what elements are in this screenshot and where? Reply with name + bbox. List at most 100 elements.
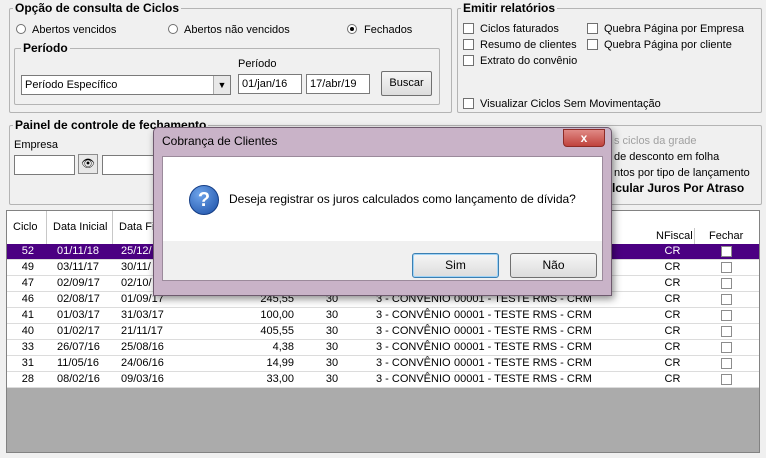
cell-convenio: 3 - CONVÊNIO (376, 373, 451, 385)
checkbox-quebra-empresa[interactable] (587, 23, 598, 34)
cell-nfiscal: CR (664, 373, 681, 385)
cell-nfiscal: CR (664, 357, 681, 369)
checkbox-ciclos-faturados[interactable] (463, 23, 474, 34)
header-data-inicial[interactable]: Data Inicial (47, 211, 113, 244)
cell-data-final: 31/03/17 (121, 309, 164, 321)
cell-convenio: 3 - CONVÊNIO (376, 341, 451, 353)
cell-data-inicial: 01/03/17 (57, 309, 100, 321)
confirm-dialog: Cobrança de Clientes x ? Deseja registra… (153, 127, 612, 296)
fechar-checkbox[interactable] (721, 374, 732, 385)
periodo-start-input[interactable]: 01/jan/16 (238, 74, 302, 94)
relatorios-title: Emitir relatórios (461, 1, 558, 15)
cell-convenio: 3 - CONVÊNIO (376, 357, 451, 369)
cell-convenio: 3 - CONVÊNIO (376, 309, 451, 321)
empresa-label: Empresa (14, 139, 59, 151)
cell-nfiscal: CR (664, 325, 681, 337)
chevron-down-icon[interactable]: ▼ (213, 76, 230, 94)
cell-data-final: 24/06/16 (121, 357, 164, 369)
table-row[interactable]: 28 08/02/16 09/03/16 33,00 30 3 - CONVÊN… (7, 372, 759, 388)
sim-button[interactable]: Sim (412, 253, 499, 278)
header-fechar[interactable]: Fechar (695, 228, 759, 244)
question-icon: ? (189, 185, 219, 215)
cell-cliente: 00001 - TESTE RMS - CRM (454, 373, 592, 385)
dialog-message-area: ? Deseja registrar os juros calculados c… (163, 157, 602, 241)
cell-nfiscal: CR (664, 261, 681, 273)
nao-button[interactable]: Não (510, 253, 597, 278)
cell-ciclo: 46 (21, 293, 34, 305)
cell-dias: 30 (325, 309, 339, 321)
cell-cliente: 00001 - TESTE RMS - CRM (454, 357, 592, 369)
cell-ciclo: 41 (21, 309, 34, 321)
cell-data-inicial: 02/09/17 (57, 277, 100, 289)
checkbox-label-quebra-empresa: Quebra Página por Empresa (604, 23, 745, 35)
fechar-checkbox[interactable] (721, 294, 732, 305)
checkbox-label-resumo-clientes: Resumo de clientes (480, 39, 577, 51)
cell-nfiscal: CR (664, 341, 681, 353)
table-row[interactable]: 33 26/07/16 25/08/16 4,38 30 3 - CONVÊNI… (7, 340, 759, 356)
cell-cliente: 00001 - TESTE RMS - CRM (454, 341, 592, 353)
periodo-end-input[interactable]: 17/abr/19 (306, 74, 370, 94)
table-row[interactable]: 41 01/03/17 31/03/17 100,00 30 3 - CONVÊ… (7, 308, 759, 324)
radio-abertos-vencidos[interactable] (16, 24, 26, 34)
checkbox-label-quebra-cliente: Quebra Página por cliente (604, 39, 732, 51)
checkbox-extrato-convenio[interactable] (463, 55, 474, 66)
cell-data-inicial: 26/07/16 (57, 341, 100, 353)
cell-cliente: 00001 - TESTE RMS - CRM (454, 325, 592, 337)
cell-nfiscal: CR (664, 277, 681, 289)
fechar-checkbox[interactable] (721, 310, 732, 321)
binoculars-icon[interactable]: 👁 (78, 154, 98, 174)
cell-ciclo: 47 (21, 277, 34, 289)
radio-label-abertos-nao-vencidos: Abertos não vencidos (184, 24, 290, 36)
close-icon[interactable]: x (563, 129, 605, 147)
cell-dias: 30 (325, 341, 339, 353)
periodo-range-label: Período (238, 58, 277, 70)
empresa-input[interactable] (14, 155, 75, 175)
table-row[interactable]: 31 11/05/16 24/06/16 14,99 30 3 - CONVÊN… (7, 356, 759, 372)
cell-data-final: 25/08/16 (121, 341, 164, 353)
checkbox-resumo-clientes[interactable] (463, 39, 474, 50)
cell-valor: 4,38 (272, 341, 294, 353)
cell-ciclo: 31 (21, 357, 34, 369)
cell-ciclo: 52 (21, 245, 34, 257)
cell-convenio: 3 - CONVÊNIO (376, 325, 451, 337)
cell-ciclo: 33 (21, 341, 34, 353)
fechar-checkbox[interactable] (721, 246, 732, 257)
cell-ciclo: 40 (21, 325, 34, 337)
periodo-select[interactable]: Período Específico (21, 75, 231, 95)
cell-data-inicial: 03/11/17 (57, 261, 100, 273)
fechar-checkbox[interactable] (721, 342, 732, 353)
table-row[interactable]: 40 01/02/17 21/11/17 405,55 30 3 - CONVÊ… (7, 324, 759, 340)
fechar-checkbox[interactable] (721, 358, 732, 369)
calcular-juros-button[interactable]: lcular Juros Por Atraso (612, 181, 744, 195)
radio-abertos-nao-vencidos[interactable] (168, 24, 178, 34)
cell-data-inicial: 02/08/17 (57, 293, 100, 305)
radio-label-fechados: Fechados (364, 24, 413, 36)
fechar-checkbox[interactable] (721, 262, 732, 273)
cell-valor: 405,55 (260, 325, 294, 337)
fechar-checkbox[interactable] (721, 326, 732, 337)
cell-data-inicial: 08/02/16 (57, 373, 100, 385)
header-nfiscal[interactable]: NFiscal (650, 228, 695, 244)
buscar-button[interactable]: Buscar (381, 71, 432, 96)
cell-dias: 30 (325, 357, 339, 369)
radio-fechados[interactable] (347, 24, 357, 34)
cell-nfiscal: CR (664, 245, 681, 257)
header-ciclo[interactable]: Ciclo (7, 211, 47, 244)
cell-data-inicial: 01/11/18 (57, 245, 100, 257)
cell-data-final: 21/11/17 (121, 325, 164, 337)
dialog-body: ? Deseja registrar os juros calculados c… (162, 156, 603, 281)
painel-right-line-2: de desconto em folha (614, 151, 720, 163)
cell-cliente: 00001 - TESTE RMS - CRM (454, 309, 592, 321)
checkbox-quebra-cliente[interactable] (587, 39, 598, 50)
checkbox-label-ciclos-faturados: Ciclos faturados (480, 23, 559, 35)
cell-nfiscal: CR (664, 293, 681, 305)
periodo-title: Período (21, 41, 70, 55)
checkbox-label-extrato-convenio: Extrato do convênio (480, 55, 578, 67)
checkbox-label-visualizar-sem-movimentacao: Visualizar Ciclos Sem Movimentação (480, 98, 661, 110)
cell-data-final: 09/03/16 (121, 373, 164, 385)
painel-right-line-1: s ciclos da grade (614, 135, 697, 147)
radio-label-abertos-vencidos: Abertos vencidos (32, 24, 117, 36)
fechar-checkbox[interactable] (721, 278, 732, 289)
periodo-select-value: Período Específico (25, 79, 118, 91)
checkbox-visualizar-sem-movimentacao[interactable] (463, 98, 474, 109)
